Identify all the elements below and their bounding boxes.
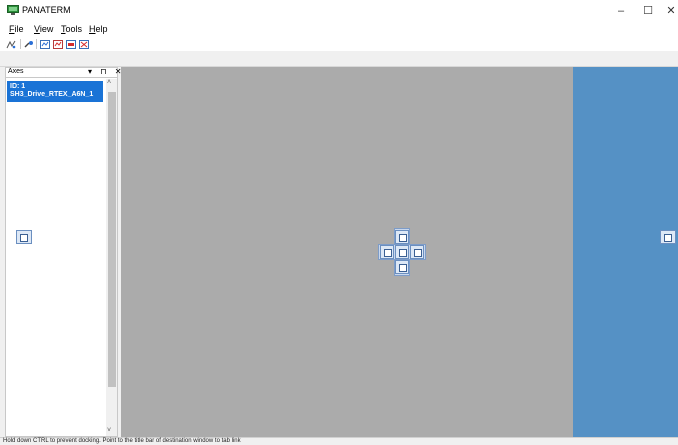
dock-right-icon[interactable] bbox=[410, 245, 424, 259]
dock-bottom-icon[interactable] bbox=[395, 260, 409, 274]
dock-center-icon[interactable] bbox=[395, 245, 409, 259]
connect-icon[interactable] bbox=[6, 40, 16, 49]
toolbar-spacer bbox=[0, 51, 678, 67]
document-area bbox=[121, 67, 573, 437]
window-title: PANATERM bbox=[22, 5, 71, 15]
dock-top-icon[interactable] bbox=[395, 230, 409, 244]
close-button[interactable]: ✕ bbox=[664, 4, 678, 18]
scroll-up-icon[interactable]: ˄ bbox=[107, 79, 111, 86]
axis-id: ID: 1 bbox=[10, 83, 26, 90]
menu-tools[interactable]: Tools bbox=[61, 24, 82, 34]
maximize-button[interactable]: ☐ bbox=[641, 4, 655, 18]
graph-icon[interactable] bbox=[53, 40, 63, 49]
trace-icon[interactable] bbox=[66, 40, 76, 49]
status-text: Hold down CTRL to prevent docking. Point… bbox=[3, 438, 241, 444]
title-bar bbox=[0, 0, 678, 22]
dock-compass bbox=[378, 228, 426, 276]
menu-help[interactable]: Help bbox=[89, 24, 108, 34]
axes-panel-title: Axes bbox=[8, 68, 24, 75]
axis-item-selected[interactable]: ID: 1 SH3_Drive_RTEX_A6N_1 bbox=[7, 81, 103, 102]
axis-name: SH3_Drive_RTEX_A6N_1 bbox=[10, 91, 94, 98]
toolbar-separator bbox=[20, 39, 21, 49]
menu-view[interactable]: View bbox=[34, 24, 53, 34]
menu-file[interactable]: File bbox=[9, 24, 24, 34]
app-icon bbox=[7, 5, 19, 16]
monitor-icon[interactable] bbox=[40, 40, 50, 49]
scroll-down-icon[interactable]: ˅ bbox=[107, 427, 111, 434]
toolbar-separator bbox=[36, 39, 37, 49]
dock-preview-highlight bbox=[573, 67, 678, 437]
dock-left-icon[interactable] bbox=[380, 245, 394, 259]
axes-scrollbar-thumb[interactable] bbox=[108, 92, 116, 387]
dock-right-guide-icon[interactable] bbox=[660, 230, 676, 244]
axes-list bbox=[5, 78, 118, 437]
toolbar bbox=[0, 37, 678, 51]
diagnostics-icon[interactable] bbox=[79, 40, 89, 49]
settings-icon[interactable] bbox=[24, 40, 34, 49]
dock-left-guide-icon[interactable] bbox=[16, 230, 32, 244]
axes-panel-controls[interactable]: ▾ ⊓ ✕ bbox=[88, 67, 124, 76]
minimize-button[interactable]: – bbox=[614, 4, 628, 18]
